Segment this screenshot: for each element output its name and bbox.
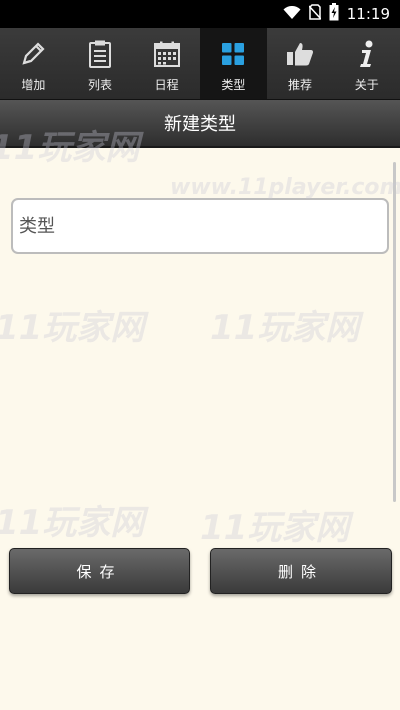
status-bar: 11:19 xyxy=(0,0,400,28)
wifi-icon xyxy=(283,5,301,24)
tab-list[interactable]: 列表 xyxy=(67,28,134,99)
tab-bar: 增加 列表 日程 类型 推荐 关于 xyxy=(0,28,400,100)
clipboard-list-icon xyxy=(86,40,114,68)
tab-list-label: 列表 xyxy=(88,78,113,92)
content-area: 保存 删除 xyxy=(0,150,400,710)
grid-icon xyxy=(219,40,247,68)
tab-about-label: 关于 xyxy=(354,78,379,92)
tab-schedule-label: 日程 xyxy=(154,78,179,92)
info-icon xyxy=(353,40,381,68)
tab-schedule[interactable]: 日程 xyxy=(133,28,200,99)
tab-add-label: 增加 xyxy=(21,78,46,92)
tab-type-label: 类型 xyxy=(221,78,246,92)
tab-recommend-label: 推荐 xyxy=(288,78,313,92)
scrollbar[interactable] xyxy=(393,162,396,502)
page-title: 新建类型 xyxy=(164,114,236,135)
type-input[interactable] xyxy=(11,198,389,254)
tab-add[interactable]: 增加 xyxy=(0,28,67,99)
battery-charging-icon xyxy=(329,3,339,25)
no-sim-icon xyxy=(308,4,322,24)
save-button[interactable]: 保存 xyxy=(9,548,190,594)
thumbs-up-icon xyxy=(286,40,314,68)
tab-about[interactable]: 关于 xyxy=(333,28,400,99)
pencil-icon xyxy=(19,40,47,68)
page-title-bar: 新建类型 xyxy=(0,100,400,148)
tab-recommend[interactable]: 推荐 xyxy=(267,28,334,99)
calendar-icon xyxy=(153,40,181,68)
tab-type[interactable]: 类型 xyxy=(200,28,267,99)
status-time: 11:19 xyxy=(346,5,390,23)
delete-button[interactable]: 删除 xyxy=(210,548,392,594)
